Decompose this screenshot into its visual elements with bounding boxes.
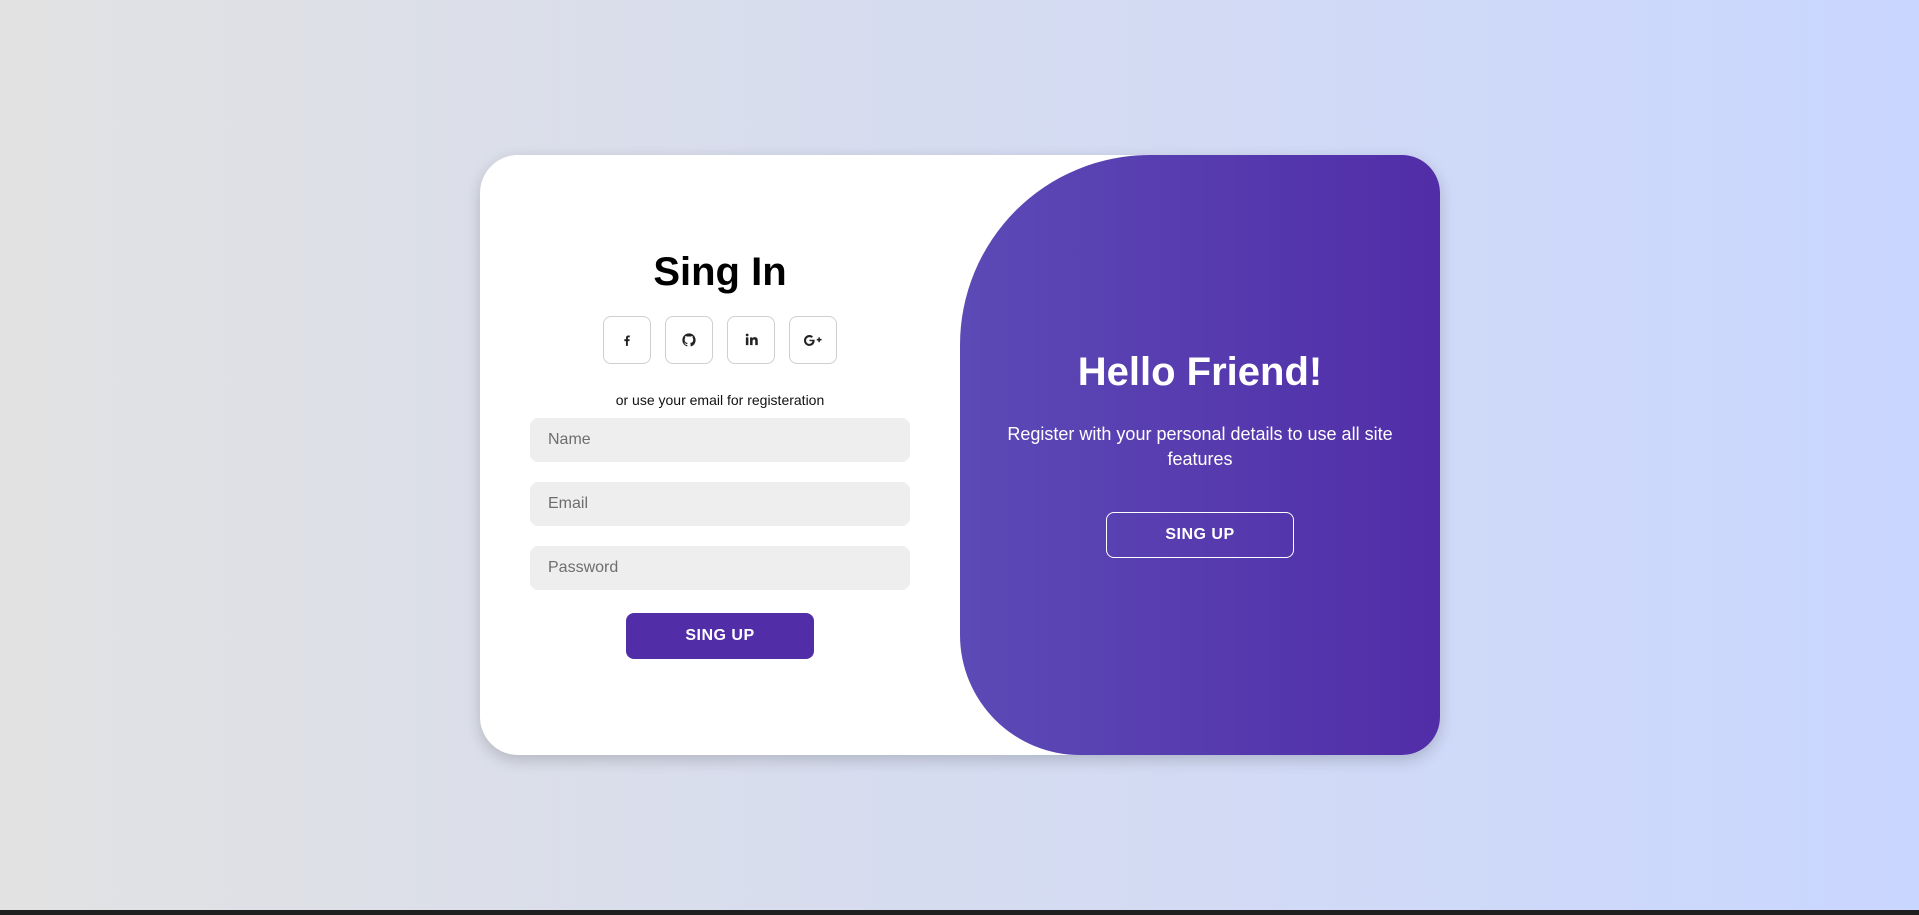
google-plus-button[interactable]	[789, 315, 837, 364]
form-title: Sing In	[653, 249, 787, 294]
github-button[interactable]	[665, 315, 713, 364]
email-registration-hint: or use your email for registeration	[615, 391, 825, 408]
facebook-icon	[624, 335, 630, 346]
social-icons	[603, 315, 837, 364]
facebook-button[interactable]	[603, 315, 651, 364]
github-icon	[682, 332, 696, 346]
toggle-title: Hello Friend!	[1077, 350, 1323, 394]
name-input[interactable]	[530, 417, 910, 462]
toggle-signup-button[interactable]: SING UP	[1106, 512, 1294, 558]
auth-card: Sing In or use your email for registerat…	[480, 155, 1440, 755]
password-input[interactable]	[530, 545, 910, 590]
signin-form: Sing In or use your email for registerat…	[480, 155, 960, 755]
submit-button[interactable]: SING UP	[626, 612, 814, 659]
email-input[interactable]	[530, 481, 910, 526]
google-plus-icon	[804, 334, 822, 346]
linkedin-button[interactable]	[727, 315, 775, 364]
bottom-bar	[0, 910, 1919, 915]
toggle-description: Register with your personal details to u…	[1007, 424, 1393, 469]
toggle-panel: Hello Friend! Register with your persona…	[960, 155, 1440, 755]
linkedin-icon	[745, 333, 758, 346]
